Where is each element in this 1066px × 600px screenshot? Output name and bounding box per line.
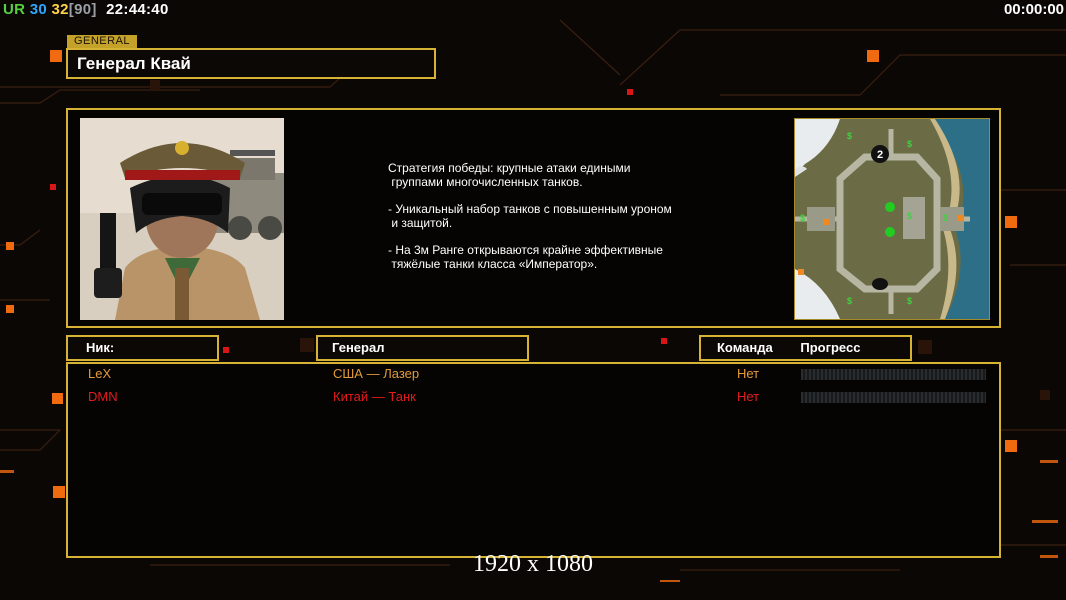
fps-value-a: 30 [29, 1, 48, 18]
strategy-description: Стратегия победы: крупные атаки едиными … [388, 161, 728, 284]
fps-counter: UR 30 32[90] 22:44:40 [3, 1, 169, 18]
player-nick: LeX [88, 366, 112, 381]
player-row: DMN Китай — Танк Нет [68, 389, 999, 409]
fps-value-b: 32 [51, 1, 69, 18]
svg-text:$: $ [943, 213, 948, 223]
description-line-3: - На 3м Ранге открываются крайне эффекти… [388, 243, 663, 271]
start-marker-2: 2 [877, 149, 883, 161]
player-progress-bar [801, 369, 986, 380]
player-team: Нет [737, 366, 760, 381]
header-team: Команда [717, 340, 773, 355]
svg-text:$: $ [907, 211, 912, 221]
description-line-2: - Уникальный набор танков с повышенным у… [388, 202, 672, 230]
player-nick: DMN [88, 389, 118, 404]
svg-text:$: $ [800, 213, 805, 223]
svg-text:$: $ [907, 139, 912, 149]
header-progress: Прогресс [800, 340, 861, 355]
description-line-1: Стратегия победы: крупные атаки едиными … [388, 161, 631, 189]
svg-text:$: $ [907, 296, 912, 306]
header-general: Генерал [316, 335, 529, 361]
general-tab-label: GENERAL [67, 35, 137, 48]
player-general: США — Лазер [333, 366, 420, 381]
general-portrait [80, 118, 284, 320]
svg-text:$: $ [847, 296, 852, 306]
fps-prefix: UR [3, 1, 26, 18]
fps-value-c: [90] [68, 1, 97, 18]
player-progress-bar [801, 392, 986, 403]
header-team-progress: Команда Прогресс [699, 335, 912, 361]
general-name: Генерал Квай [66, 48, 436, 79]
player-general: Китай — Танк [333, 389, 416, 404]
game-timer: 00:00:00 [1003, 1, 1064, 18]
clock: 22:44:40 [106, 1, 169, 18]
map-preview: 2 $ $ $ $ $ $ $ [794, 118, 990, 320]
header-nick: Ник: [66, 335, 219, 361]
map-preview-image: 2 $ $ $ $ $ $ $ [795, 119, 989, 319]
player-row: LeX США — Лазер Нет [68, 366, 999, 386]
resolution-caption: 1920 x 1080 [473, 551, 593, 577]
player-list: LeX США — Лазер Нет DMN Китай — Танк Нет [66, 362, 1001, 558]
svg-text:$: $ [847, 131, 852, 141]
player-team: Нет [737, 389, 760, 404]
